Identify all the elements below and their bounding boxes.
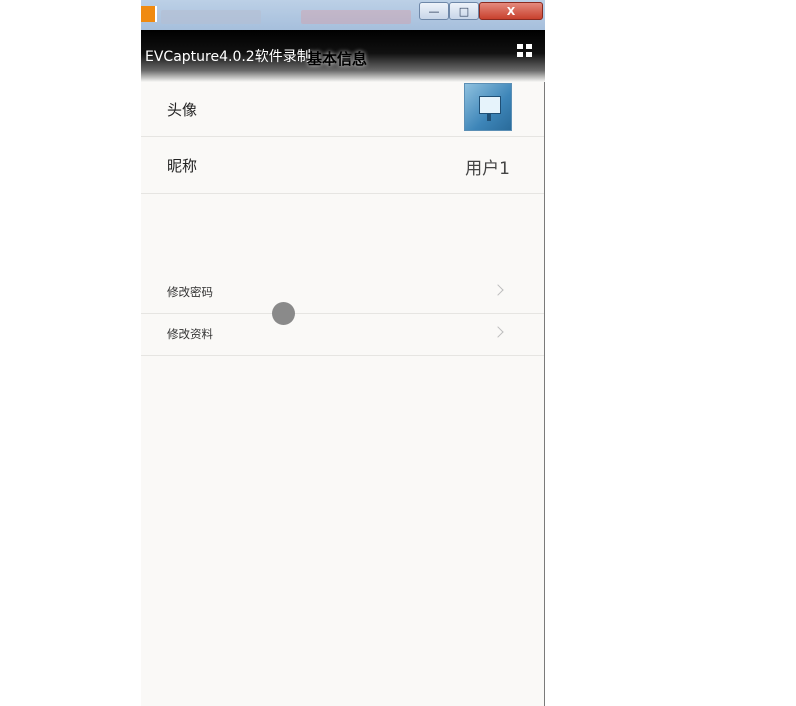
avatar-monitor-icon [479, 96, 501, 114]
background-taskbar-item [161, 10, 261, 24]
nickname-row[interactable]: 昵称 用户1 [141, 137, 544, 194]
grid-icon[interactable] [517, 44, 535, 58]
change-password-row[interactable]: 修改密码 [141, 272, 544, 314]
maximize-button[interactable]: □ [449, 2, 479, 20]
app-header: EVCapture4.0.2软件录制 基本信息 [141, 30, 545, 82]
chevron-right-icon [492, 326, 504, 338]
content-panel: 头像 昵称 用户1 修改密码 修改资料 [141, 82, 545, 706]
avatar-label: 头像 [167, 101, 198, 119]
nickname-value: 用户1 [465, 159, 510, 179]
minimize-button[interactable]: — [419, 2, 449, 20]
edit-profile-row[interactable]: 修改资料 [141, 314, 544, 356]
chevron-right-icon [492, 284, 504, 296]
background-taskbar-item [301, 10, 411, 24]
recorder-watermark: EVCapture4.0.2软件录制 [145, 49, 311, 65]
change-password-label: 修改密码 [167, 285, 213, 299]
nickname-label: 昵称 [167, 157, 198, 175]
app-icon [141, 6, 157, 22]
avatar-row[interactable]: 头像 [141, 82, 544, 137]
os-window-titlebar: — □ X [141, 0, 545, 30]
avatar[interactable] [464, 83, 512, 131]
close-button[interactable]: X [479, 2, 543, 20]
edit-profile-label: 修改资料 [167, 327, 213, 341]
page-title: 基本信息 [307, 50, 368, 68]
touch-cursor-indicator [272, 302, 295, 325]
